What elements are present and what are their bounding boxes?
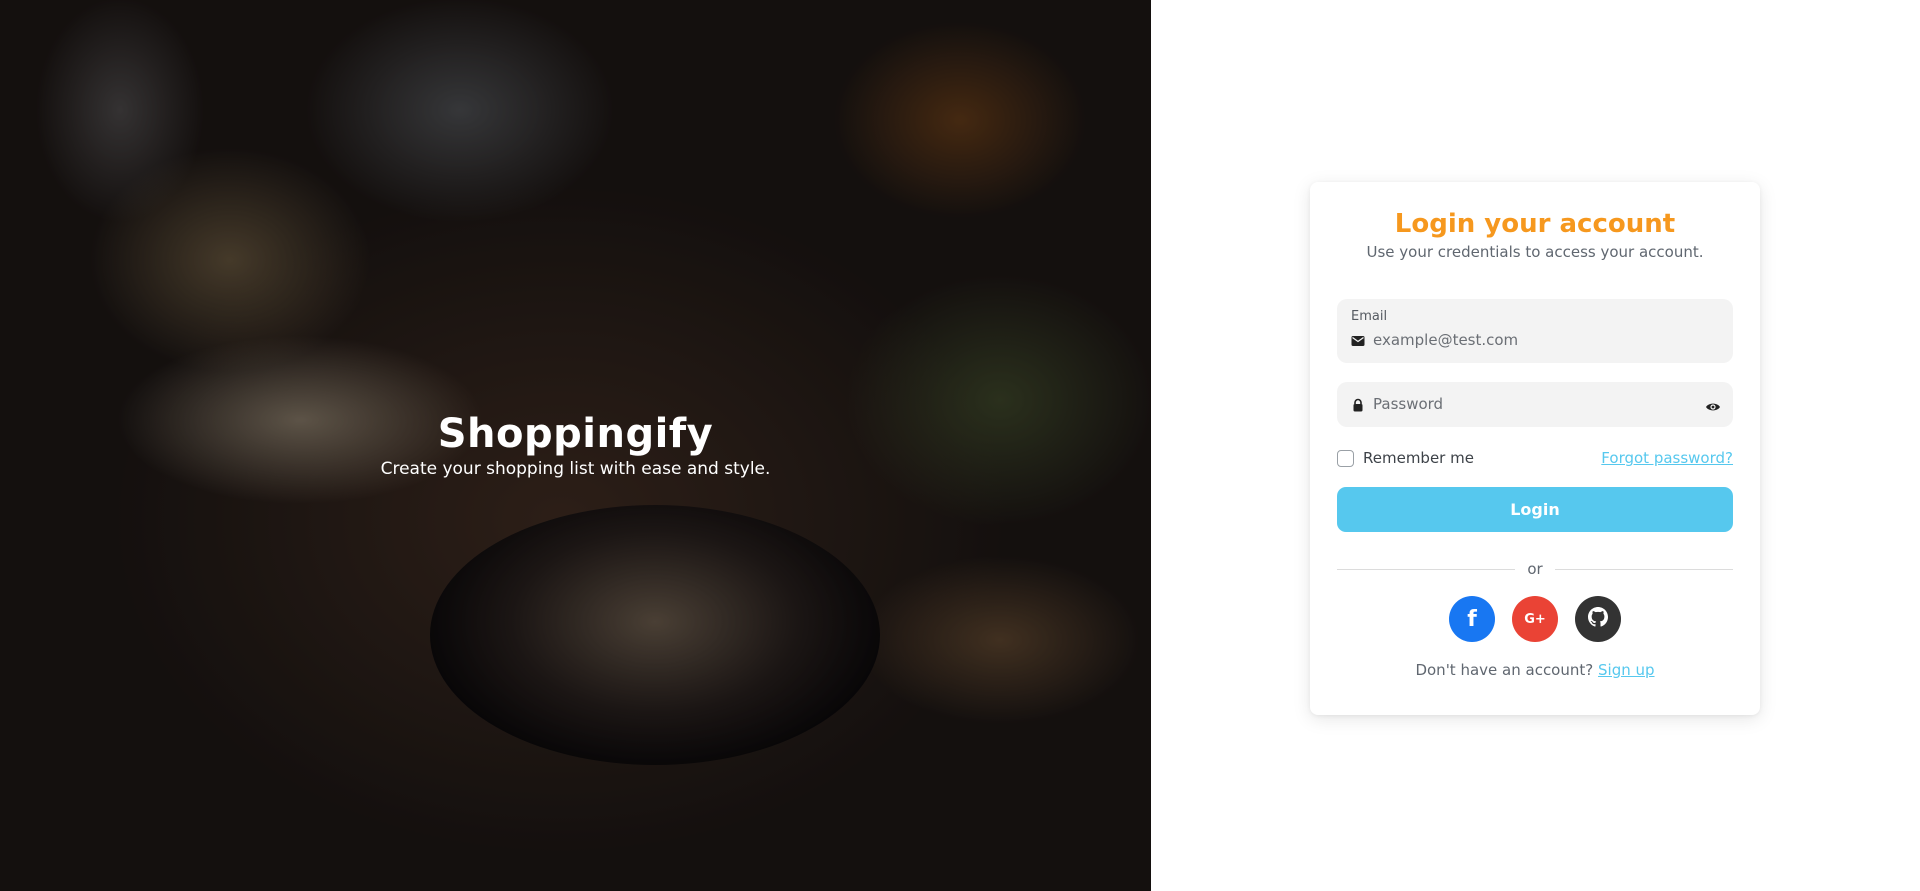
github-login-button[interactable] xyxy=(1575,596,1621,642)
divider-text: or xyxy=(1527,560,1543,578)
social-login: f G+ xyxy=(1337,596,1733,642)
lock-icon xyxy=(1351,397,1365,412)
brand-tagline: Create your shopping list with ease and … xyxy=(380,459,771,479)
signup-prompt: Don't have an account? Sign up xyxy=(1337,661,1733,679)
google-plus-login-button[interactable]: G+ xyxy=(1512,596,1558,642)
divider-line-right xyxy=(1554,568,1734,570)
email-input[interactable] xyxy=(1373,329,1693,351)
google-plus-icon: G+ xyxy=(1524,611,1546,627)
password-field[interactable] xyxy=(1337,382,1733,427)
hero-text: Shoppingify Create your shopping list wi… xyxy=(0,410,1151,480)
email-field[interactable]: Email xyxy=(1337,299,1733,363)
login-options: Remember me Forgot password? xyxy=(1337,446,1733,470)
brand-title: Shoppingify xyxy=(437,411,714,457)
remember-label: Remember me xyxy=(1363,449,1474,467)
login-title: Login your account xyxy=(1394,209,1676,239)
signup-prompt-text: Don't have an account? xyxy=(1415,661,1594,679)
hero-panel: Shoppingify Create your shopping list wi… xyxy=(0,0,1151,891)
login-button[interactable]: Login xyxy=(1337,487,1733,532)
password-input[interactable] xyxy=(1373,393,1693,415)
facebook-icon: f xyxy=(1467,606,1477,632)
envelope-icon xyxy=(1351,333,1365,347)
github-icon xyxy=(1588,607,1608,631)
login-subtitle: Use your credentials to access your acco… xyxy=(1366,243,1704,261)
or-divider: or xyxy=(1337,559,1734,579)
remember-me[interactable]: Remember me xyxy=(1337,449,1474,467)
signup-link[interactable]: Sign up xyxy=(1598,661,1655,679)
eye-icon[interactable] xyxy=(1705,398,1721,412)
facebook-login-button[interactable]: f xyxy=(1449,596,1495,642)
email-label: Email xyxy=(1351,309,1388,324)
remember-checkbox[interactable] xyxy=(1337,449,1354,467)
forgot-password-link[interactable]: Forgot password? xyxy=(1601,449,1733,467)
login-card: Login your account Use your credentials … xyxy=(1310,182,1760,715)
divider-line-left xyxy=(1337,568,1516,570)
